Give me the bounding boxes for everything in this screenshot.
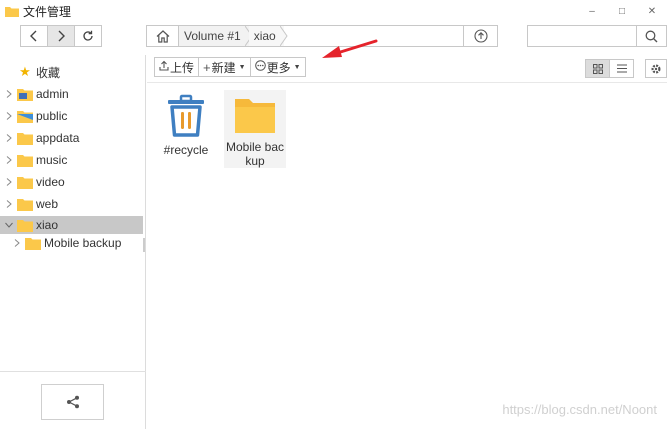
sidebar-item-label: Mobile backup — [44, 236, 122, 250]
sidebar-item-label: admin — [36, 87, 69, 101]
breadcrumb-label: Volume #1 — [184, 29, 241, 43]
folder-icon — [17, 176, 33, 189]
upload-label: 上传 — [170, 60, 195, 75]
sidebar-item-label: public — [36, 109, 68, 123]
chevron-left-icon — [30, 30, 37, 42]
arrow-up-circle-icon — [473, 29, 488, 43]
star-icon: ★ — [19, 64, 31, 79]
window-controls: – □ ✕ — [577, 0, 667, 22]
folder-app-icon — [5, 6, 19, 17]
minimize-button[interactable]: – — [577, 0, 607, 22]
settings-button[interactable] — [645, 59, 667, 78]
sidebar-item-label: video — [36, 175, 65, 189]
chevron-down-icon[interactable] — [3, 222, 15, 228]
share-icon — [66, 395, 79, 409]
grid-view-button[interactable] — [585, 59, 610, 78]
list-view-button[interactable] — [609, 59, 634, 78]
file-item-recycle[interactable]: #recycle — [155, 90, 217, 168]
chevron-right-icon[interactable] — [3, 178, 15, 186]
more-label: 更多 — [266, 60, 291, 75]
more-dots-icon — [254, 60, 266, 74]
recycle-bin-icon — [162, 93, 210, 139]
user-folder-icon — [17, 88, 33, 101]
folder-icon — [17, 154, 33, 167]
share-button[interactable] — [41, 384, 104, 420]
breadcrumb-xiao[interactable]: xiao — [248, 26, 288, 46]
path-bar: Volume #1 xiao — [146, 25, 498, 47]
search-input[interactable] — [528, 26, 636, 46]
sidebar-item-label: appdata — [36, 131, 80, 145]
search-button[interactable] — [636, 26, 666, 46]
navigation-buttons — [20, 25, 102, 47]
view-toggle — [585, 59, 634, 78]
sidebar-item-public[interactable]: public — [0, 107, 146, 125]
caret-down-icon: ▼ — [293, 63, 301, 71]
refresh-icon — [83, 30, 93, 41]
search-icon — [645, 30, 658, 42]
sidebar-item-favorites[interactable]: ★ 收藏 — [0, 63, 146, 81]
watermark: https://blog.csdn.net/Noont — [502, 402, 657, 417]
chevron-right-icon[interactable] — [3, 112, 15, 120]
breadcrumb-separator-icon — [279, 26, 288, 46]
shared-folder-icon — [17, 110, 33, 123]
sidebar-item-appdata[interactable]: appdata — [0, 129, 146, 147]
upload-button[interactable]: 上传 — [154, 57, 200, 77]
sidebar-item-label: 收藏 — [36, 65, 61, 80]
folder-icon — [25, 237, 41, 250]
maximize-button[interactable]: □ — [607, 0, 637, 22]
sidebar-item-label: xiao — [36, 218, 59, 232]
close-button[interactable]: ✕ — [637, 0, 667, 22]
file-item-mobile-backup[interactable]: Mobile backup — [224, 90, 286, 168]
breadcrumb-label: xiao — [253, 29, 276, 43]
forward-button[interactable] — [47, 25, 75, 47]
folder-icon — [231, 93, 279, 136]
folder-icon — [17, 198, 33, 211]
grid-icon — [592, 63, 603, 74]
folder-icon — [17, 132, 33, 145]
path-up-button[interactable] — [463, 26, 497, 46]
sidebar-item-video[interactable]: video — [0, 173, 146, 191]
chevron-right-icon[interactable] — [11, 239, 23, 247]
chevron-right-icon[interactable] — [3, 134, 15, 142]
plus-icon: + — [203, 59, 211, 75]
new-label: 新建 — [211, 60, 236, 75]
caret-down-icon: ▼ — [238, 63, 246, 71]
more-button[interactable]: 更多 ▼ — [249, 57, 306, 77]
search-box — [527, 25, 667, 47]
sidebar-item-admin[interactable]: admin — [0, 85, 146, 103]
sidebar-scrollbar[interactable] — [143, 238, 145, 252]
refresh-button[interactable] — [74, 25, 102, 47]
home-button[interactable] — [147, 26, 179, 46]
sidebar-item-xiao[interactable]: xiao — [0, 216, 143, 234]
back-button[interactable] — [20, 25, 48, 47]
breadcrumb-volume[interactable]: Volume #1 — [179, 26, 253, 46]
sidebar-item-music[interactable]: music — [0, 151, 146, 169]
file-name: #recycle — [163, 143, 209, 157]
sidebar-item-label: web — [36, 197, 59, 211]
file-name: Mobile backup — [225, 140, 285, 168]
list-icon — [616, 64, 627, 73]
title-bar: 文件管理 – □ ✕ — [0, 0, 667, 22]
sidebar: ★ 收藏 admin public appdata music video we… — [0, 55, 146, 429]
upload-icon — [159, 60, 169, 74]
chevron-right-icon — [58, 30, 65, 42]
share-panel — [0, 371, 146, 429]
chevron-right-icon[interactable] — [3, 200, 15, 208]
sidebar-item-mobile-backup[interactable]: Mobile backup — [0, 234, 146, 252]
home-icon — [156, 29, 169, 43]
content-divider — [147, 82, 667, 83]
window-title: 文件管理 — [23, 4, 72, 19]
action-toolbar: 上传 + 新建 ▼ 更多 ▼ — [154, 57, 306, 77]
gear-icon — [651, 63, 661, 74]
chevron-right-icon[interactable] — [3, 90, 15, 98]
chevron-right-icon[interactable] — [3, 156, 15, 164]
new-button[interactable]: + 新建 ▼ — [198, 57, 251, 77]
sidebar-item-web[interactable]: web — [0, 195, 146, 213]
folder-icon — [17, 219, 33, 232]
sidebar-item-label: music — [36, 153, 68, 167]
